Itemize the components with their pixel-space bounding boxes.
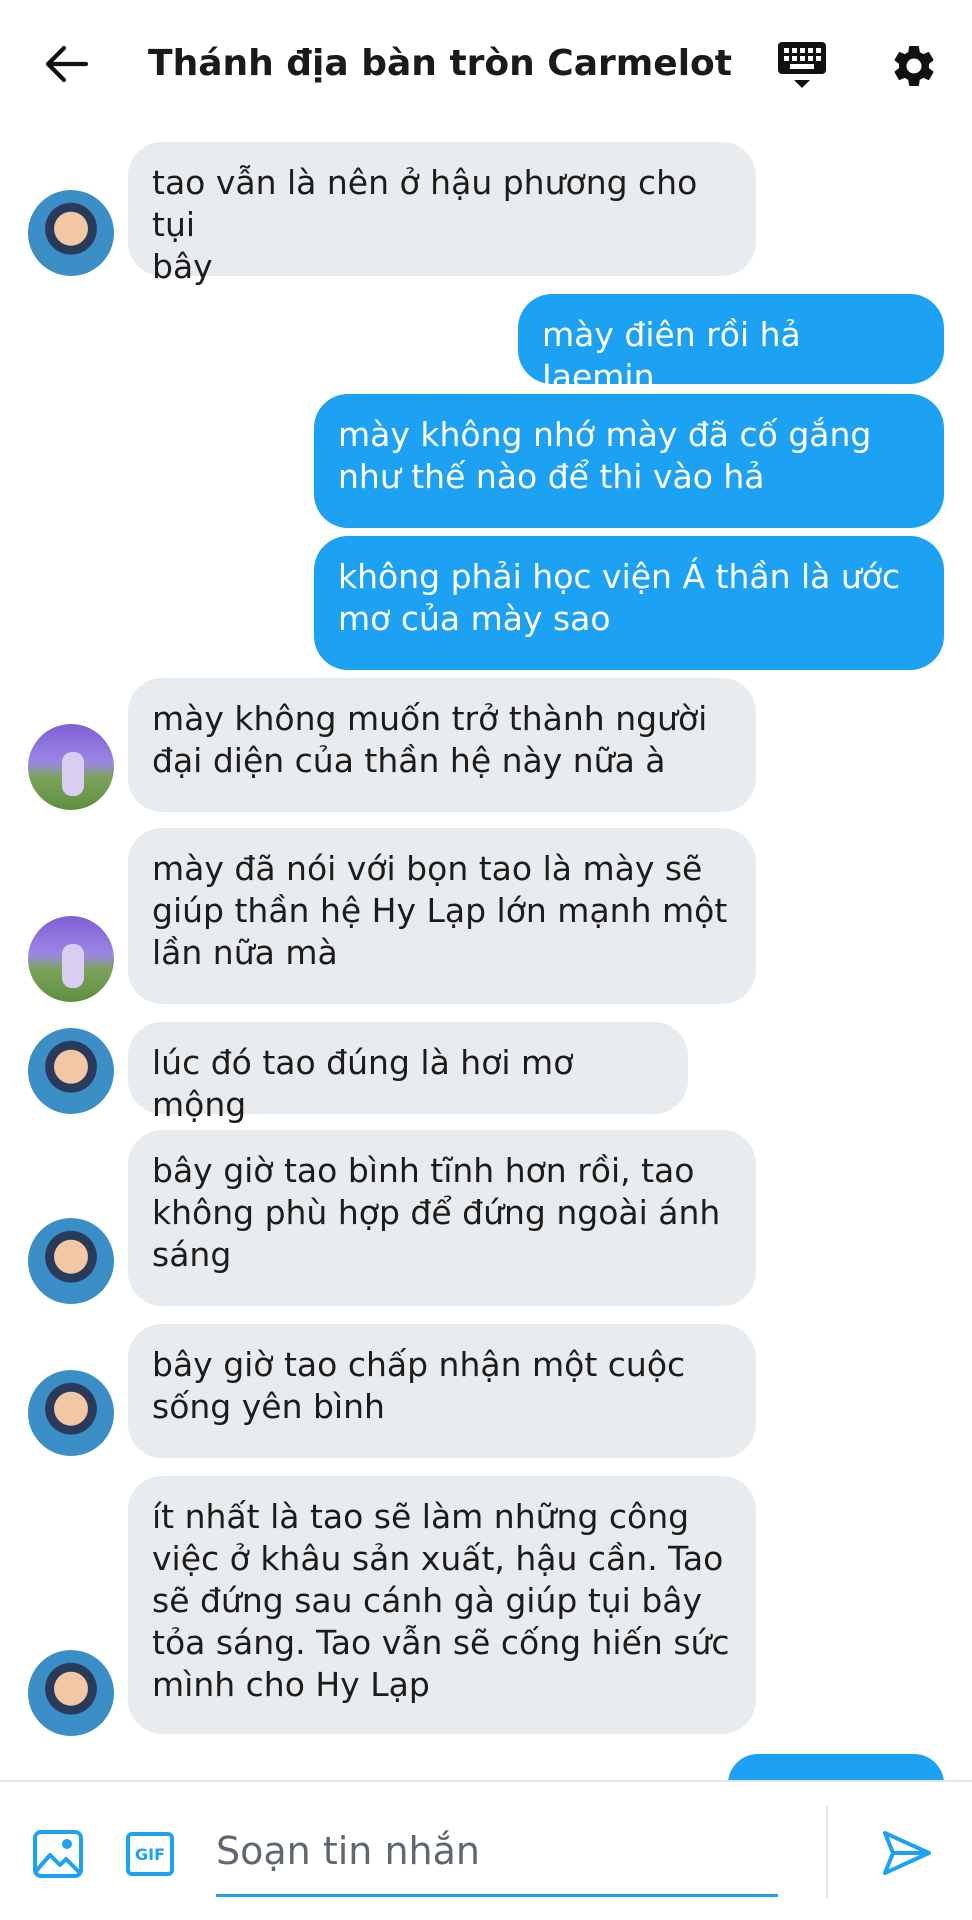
outgoing-message-bubble[interactable]: mày không nhớ mày đã cố gắng như thế nào… <box>314 394 944 528</box>
outgoing-message-bubble[interactable] <box>728 1754 944 1780</box>
message-composer: GIF <box>0 1780 972 1920</box>
message-input[interactable] <box>216 1820 776 1882</box>
image-icon <box>33 1830 83 1878</box>
sender-avatar[interactable] <box>28 1218 114 1304</box>
page-title: Thánh địa bàn tròn Carmelot <box>148 43 732 84</box>
message-input-wrapper <box>216 1812 778 1897</box>
sender-avatar[interactable] <box>28 1028 114 1114</box>
keyboard-icon <box>778 42 826 88</box>
back-button[interactable] <box>38 36 94 92</box>
incoming-message-bubble[interactable]: ít nhất là tao sẽ làm những công việc ở … <box>128 1476 756 1734</box>
composer-divider <box>826 1806 828 1898</box>
sender-avatar[interactable] <box>28 916 114 1002</box>
incoming-message-bubble[interactable]: tao vẫn là nên ở hậu phương cho tụi bây <box>128 142 756 286</box>
send-button[interactable] <box>876 1822 938 1884</box>
sender-avatar[interactable] <box>28 1650 114 1736</box>
outgoing-message-bubble[interactable]: không phải học viện Á thần là ước mơ của… <box>314 536 944 670</box>
incoming-message-bubble[interactable]: lúc đó tao đúng là hơi mơ mộng <box>128 1022 688 1124</box>
settings-button[interactable] <box>884 36 944 96</box>
sender-avatar[interactable] <box>28 724 114 810</box>
message-list[interactable]: tao vẫn là nên ở hậu phương cho tụi bây … <box>0 130 972 1780</box>
outgoing-message-bubble[interactable]: mày điên rồi hả Jaemin <box>518 294 944 396</box>
gif-icon: GIF <box>126 1832 174 1876</box>
arrow-left-icon <box>45 45 88 83</box>
incoming-message-bubble[interactable]: bây giờ tao chấp nhận một cuộc sống yên … <box>128 1324 756 1458</box>
incoming-message-bubble[interactable]: mày đã nói với bọn tao là mày sẽ giúp th… <box>128 828 756 1004</box>
sender-avatar[interactable] <box>28 190 114 276</box>
keyboard-button[interactable] <box>772 34 832 98</box>
gif-button[interactable]: GIF <box>122 1826 178 1882</box>
sender-avatar[interactable] <box>28 1370 114 1456</box>
chat-header: Thánh địa bàn tròn Carmelot <box>0 0 972 130</box>
attach-image-button[interactable] <box>30 1826 86 1882</box>
incoming-message-bubble[interactable]: mày không muốn trở thành người đại diện … <box>128 678 756 812</box>
send-icon <box>883 1831 931 1875</box>
incoming-message-bubble[interactable]: bây giờ tao bình tĩnh hơn rồi, tao không… <box>128 1130 756 1306</box>
gear-icon <box>894 45 934 86</box>
